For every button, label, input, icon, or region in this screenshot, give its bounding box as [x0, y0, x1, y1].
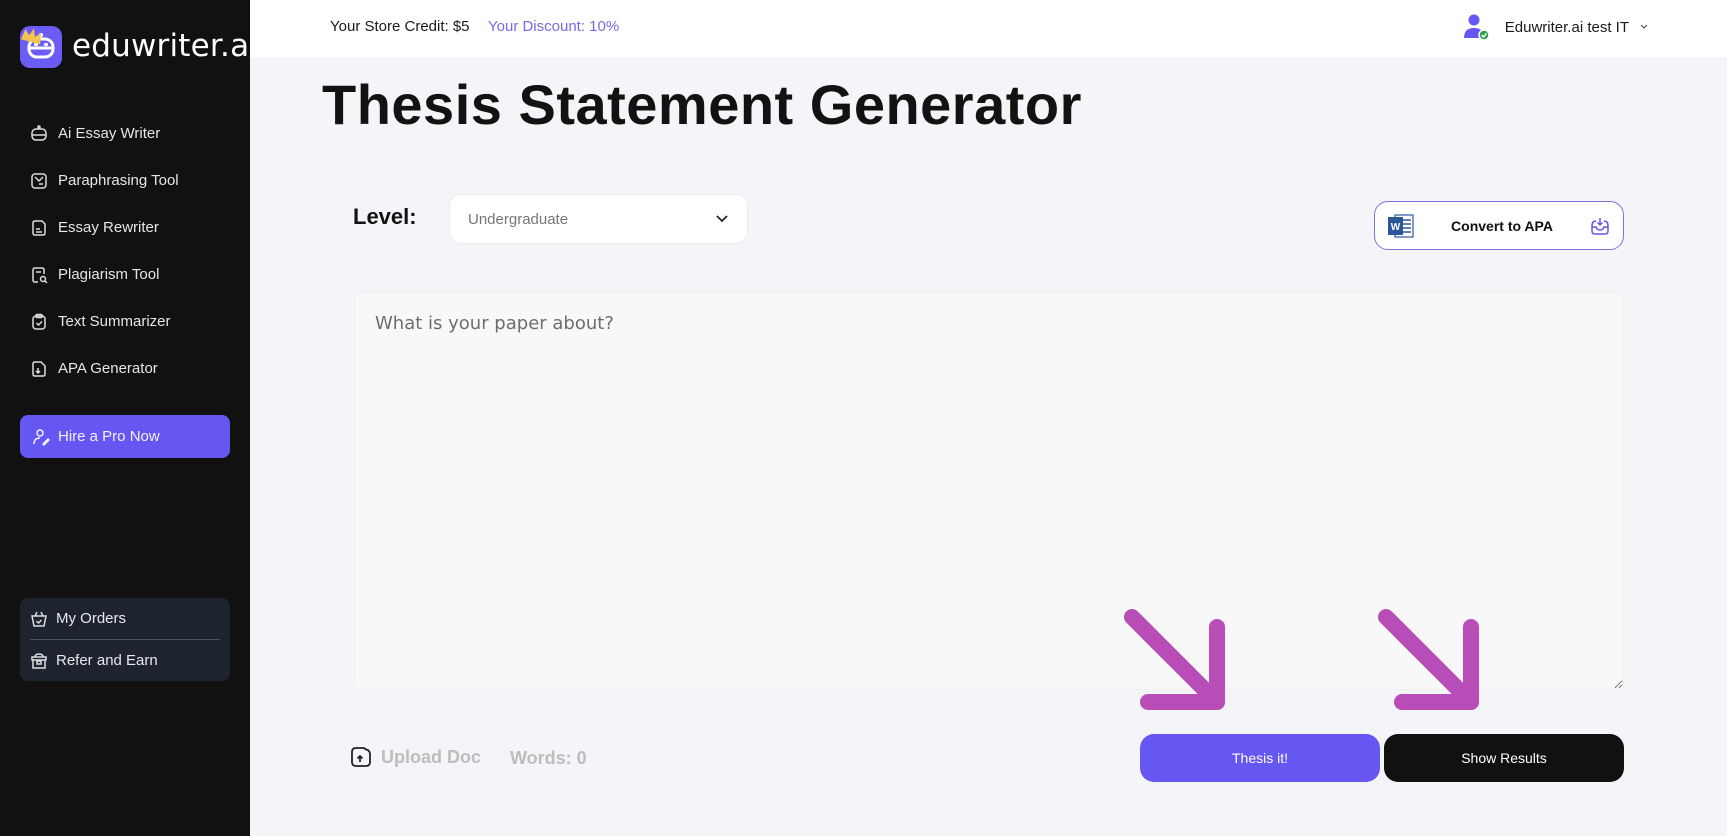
annotation-arrow-icon [1124, 609, 1225, 710]
sidebar-item-essay-rewriter[interactable]: Essay Rewriter [30, 204, 179, 251]
inbox-download-icon [1591, 217, 1609, 235]
sidebar-item-label: APA Generator [58, 360, 158, 377]
sidebar-item-label: Text Summarizer [58, 313, 171, 330]
sidebar-item-refer-and-earn[interactable]: Refer and Earn [30, 640, 220, 681]
word-doc-icon: W [1388, 213, 1414, 238]
upload-doc-button[interactable]: Upload Doc [349, 745, 481, 769]
svg-text:W: W [1391, 222, 1401, 233]
sidebar-item-label: Paraphrasing Tool [58, 172, 179, 189]
sidebar: eduwriter.ai Ai Essay Writer Paraphrasin… [0, 0, 258, 836]
crown-icon [20, 28, 42, 45]
user-edit-icon [33, 428, 50, 446]
sidebar-item-paraphrasing-tool[interactable]: Paraphrasing Tool [30, 157, 179, 204]
basket-check-icon [31, 611, 47, 627]
store-credit: Your Store Credit: $5 [330, 18, 470, 35]
chevron-down-icon [1640, 24, 1648, 29]
word-count: Words: 0 [510, 748, 587, 768]
robot-logo-icon [20, 26, 62, 68]
sidebar-item-ai-essay-writer[interactable]: Ai Essay Writer [30, 110, 179, 157]
sidebar-item-text-summarizer[interactable]: Text Summarizer [30, 298, 179, 345]
sidebar-item-label: Plagiarism Tool [58, 266, 160, 283]
user-name: Eduwriter.ai test IT [1504, 18, 1629, 36]
level-label: Level: [353, 204, 417, 229]
hire-pro-button[interactable]: Hire a Pro Now [20, 415, 230, 458]
convert-to-apa-button[interactable]: W Convert to APA [1374, 201, 1624, 250]
discount: Your Discount: 10% [488, 18, 620, 35]
page-title: Thesis Statement Generator [322, 73, 1082, 136]
annotation-arrow-icon [1378, 609, 1479, 710]
sidebar-nav: Ai Essay Writer Paraphrasing Tool Essay … [30, 110, 179, 392]
brand-name: eduwriter.ai [72, 28, 259, 64]
robot-icon [31, 124, 47, 141]
level-value: Undergraduate [468, 210, 569, 228]
show-results-button[interactable]: Show Results [1384, 734, 1624, 782]
document-search-icon [32, 266, 48, 284]
convert-to-apa-label: Convert to APA [1451, 217, 1553, 234]
document-download-icon [32, 360, 46, 377]
hire-pro-label: Hire a Pro Now [58, 428, 160, 445]
sidebar-item-label: Refer and Earn [56, 652, 158, 669]
gift-box-icon [31, 652, 47, 669]
upload-file-icon [351, 747, 371, 767]
level-select[interactable]: Undergraduate [449, 194, 748, 244]
brand-logo[interactable]: eduwriter.ai [20, 16, 258, 68]
paraphrase-icon [31, 172, 47, 189]
sidebar-item-plagiarism-tool[interactable]: Plagiarism Tool [30, 251, 179, 298]
user-menu[interactable]: Eduwriter.ai test IT [1461, 12, 1649, 42]
document-edit-icon [32, 219, 46, 236]
account-links: My Orders Refer and Earn [20, 598, 230, 681]
chevron-down-icon [716, 215, 728, 223]
upload-doc-label: Upload Doc [381, 746, 482, 767]
top-bar: Your Store Credit: $5 Your Discount: 10%… [250, 0, 1727, 57]
sidebar-item-label: Essay Rewriter [58, 219, 159, 236]
sidebar-item-my-orders[interactable]: My Orders [30, 598, 220, 639]
sidebar-item-label: Ai Essay Writer [58, 125, 161, 142]
thesis-it-button[interactable]: Thesis it! [1140, 734, 1380, 782]
sidebar-item-apa-generator[interactable]: APA Generator [30, 345, 179, 392]
clipboard-check-icon [32, 313, 46, 330]
user-verified-icon [1463, 14, 1490, 41]
sidebar-item-label: My Orders [56, 610, 127, 627]
